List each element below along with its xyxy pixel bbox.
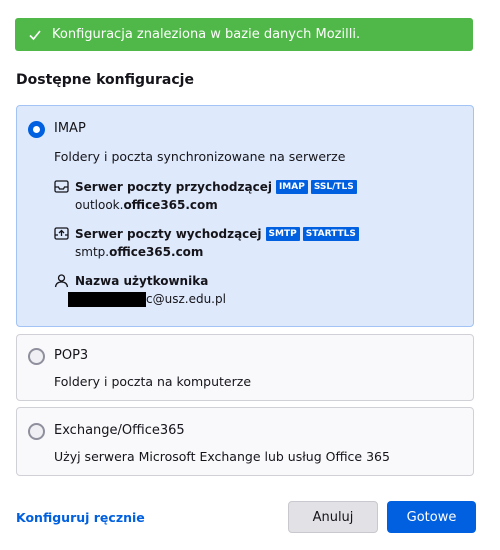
tag-protocol: IMAP [275,179,308,194]
radio-exchange[interactable] [28,423,45,440]
redacted-block [68,292,146,307]
done-button[interactable]: Gotowe [387,501,476,533]
username-label: Nazwa użytkownika [75,273,209,288]
banner-text: Konfiguracja znaleziona w bazie danych M… [52,27,361,42]
radio-imap[interactable] [28,121,45,138]
outgoing-server: Serwer poczty wychodzącej SMTP STARTTLS … [54,225,362,259]
config-option-exchange[interactable]: Exchange/Office365 Użyj serwera Microsof… [16,407,474,476]
user-icon [54,274,69,288]
config-description: Użyj serwera Microsoft Exchange lub usłu… [54,449,390,464]
tag-protocol: SMTP [265,226,300,241]
cancel-button[interactable]: Anuluj [288,501,378,533]
tag-security: STARTTLS [302,226,359,241]
inbox-icon [54,180,69,193]
config-name: Exchange/Office365 [54,423,185,438]
config-description: Foldery i poczta synchronizowane na serw… [54,149,346,164]
manual-config-link[interactable]: Konfiguruj ręcznie [16,510,145,525]
outgoing-label: Serwer poczty wychodzącej [75,226,262,241]
outbox-icon [54,227,69,240]
config-name: IMAP [54,121,86,136]
outgoing-host: smtp.office365.com [75,245,204,259]
incoming-label: Serwer poczty przychodzącej [75,179,272,194]
username-info: Nazwa użytkownika c@usz.edu.pl [54,272,226,307]
config-option-imap[interactable]: IMAP Foldery i poczta synchronizowane na… [16,105,474,327]
config-description: Foldery i poczta na komputerze [54,374,252,389]
incoming-server: Serwer poczty przychodzącej IMAP SSL/TLS… [54,178,360,212]
tag-security: SSL/TLS [310,179,357,194]
radio-pop3[interactable] [28,348,45,365]
section-title: Dostępne konfiguracje [16,72,194,88]
config-name: POP3 [54,348,89,363]
incoming-host: outlook.office365.com [75,198,218,212]
checkmark-icon [29,29,41,40]
username-value: c@usz.edu.pl [68,292,226,307]
success-banner: Konfiguracja znaleziona w bazie danych M… [15,18,473,51]
config-option-pop3[interactable]: POP3 Foldery i poczta na komputerze [16,334,474,401]
